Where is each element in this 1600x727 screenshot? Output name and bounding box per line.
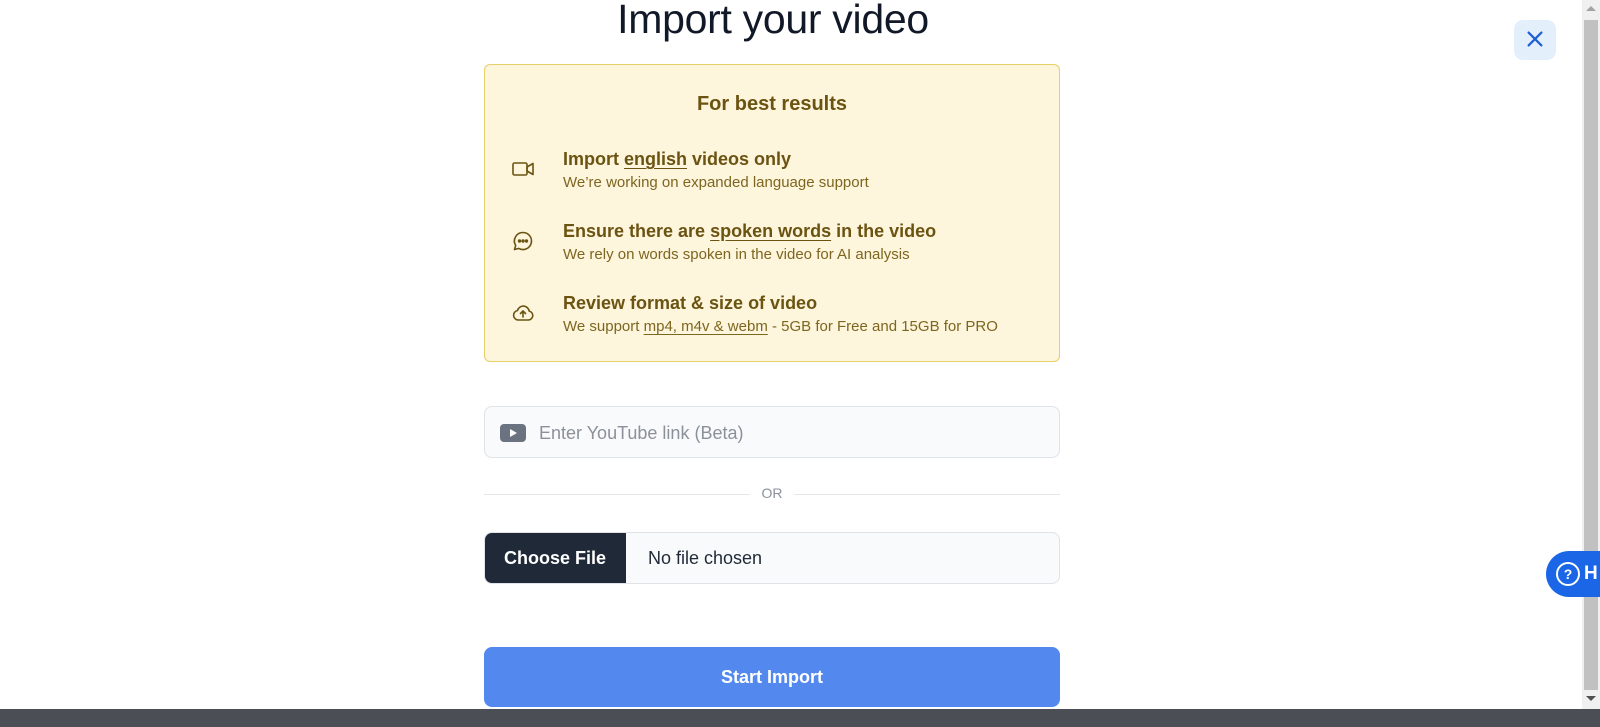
english-link[interactable]: english bbox=[624, 149, 687, 169]
or-label: OR bbox=[761, 485, 783, 501]
cloud-upload-icon bbox=[511, 301, 535, 325]
tip-title: Review format & size of video bbox=[563, 293, 818, 313]
youtube-link-field[interactable] bbox=[484, 406, 1060, 459]
best-results-panel: For best results Import english videos o… bbox=[484, 64, 1060, 362]
page-title: Import your video bbox=[617, 0, 929, 42]
tip-subtitle: We’re working on expanded language suppo… bbox=[563, 174, 869, 191]
tip-item: Import english videos only We’re working… bbox=[511, 149, 1049, 195]
spoken-words-link[interactable]: spoken words bbox=[710, 221, 831, 241]
close-button[interactable] bbox=[1514, 20, 1556, 60]
vertical-scrollbar[interactable] bbox=[1582, 0, 1600, 709]
scroll-up-arrow[interactable] bbox=[1586, 6, 1596, 11]
or-divider: OR bbox=[484, 485, 1060, 501]
tip-title: Ensure there are spoken words in the vid… bbox=[563, 221, 937, 241]
tips-heading: For best results bbox=[696, 93, 848, 115]
start-import-button[interactable]: Start Import bbox=[484, 647, 1060, 707]
scroll-down-arrow[interactable] bbox=[1586, 696, 1596, 701]
question-circle-icon: ? bbox=[1556, 562, 1580, 586]
choose-file-button[interactable]: Choose File bbox=[485, 533, 626, 583]
help-button[interactable]: ? H bbox=[1546, 551, 1600, 597]
youtube-icon bbox=[500, 424, 526, 442]
file-input[interactable]: Choose File No file chosen bbox=[484, 532, 1060, 584]
tip-subtitle: We rely on words spoken in the video for… bbox=[563, 246, 910, 263]
close-icon bbox=[1527, 30, 1543, 47]
file-status: No file chosen bbox=[648, 548, 763, 568]
help-label: H bbox=[1584, 563, 1598, 584]
taskbar-strip bbox=[0, 709, 1600, 727]
tip-item: Ensure there are spoken words in the vid… bbox=[511, 221, 1049, 267]
video-camera-icon bbox=[511, 157, 535, 181]
tip-item: Review format & size of video We support… bbox=[511, 293, 1049, 339]
tip-title: Import english videos only bbox=[563, 149, 792, 169]
youtube-link-input[interactable] bbox=[537, 407, 1041, 459]
formats-link[interactable]: mp4, m4v & webm bbox=[644, 318, 768, 335]
chat-bubble-icon bbox=[511, 229, 535, 253]
tip-subtitle: We support mp4, m4v & webm - 5GB for Fre… bbox=[563, 318, 998, 335]
